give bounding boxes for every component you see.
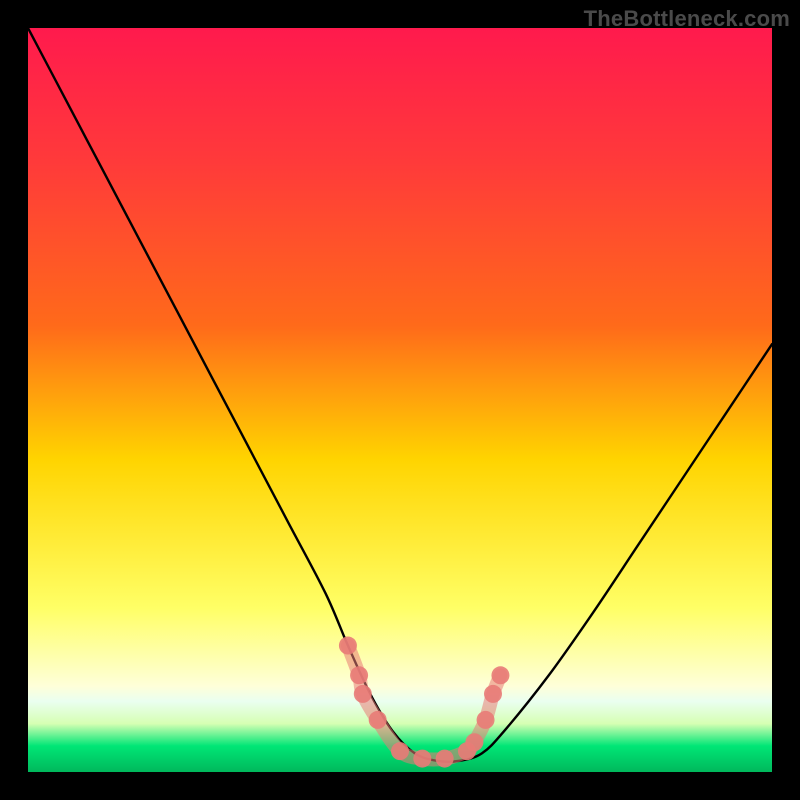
marker-point (369, 711, 387, 729)
chart-svg (28, 28, 772, 772)
marker-point (339, 637, 357, 655)
marker-point (491, 666, 509, 684)
plot-area (28, 28, 772, 772)
marker-point (465, 733, 483, 751)
marker-point (413, 750, 431, 768)
marker-point (484, 685, 502, 703)
chart-frame: TheBottleneck.com (0, 0, 800, 800)
gradient-background (28, 28, 772, 772)
marker-point (477, 711, 495, 729)
marker-point (350, 666, 368, 684)
marker-point (391, 742, 409, 760)
marker-point (436, 750, 454, 768)
marker-point (354, 685, 372, 703)
